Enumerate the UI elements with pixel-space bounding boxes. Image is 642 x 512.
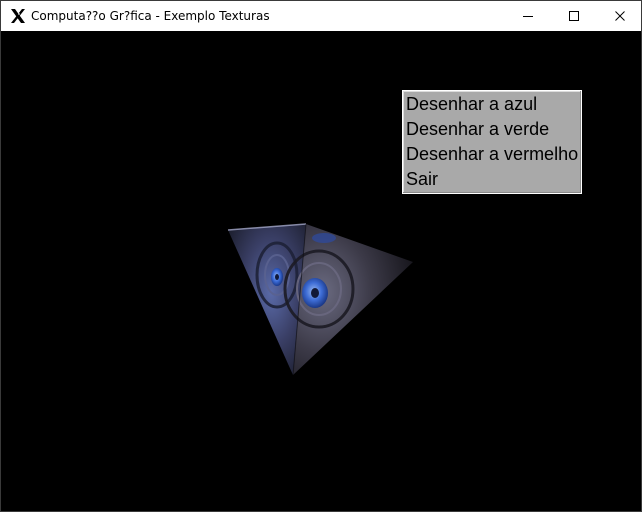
- close-icon: [615, 11, 625, 21]
- close-button[interactable]: [597, 1, 642, 31]
- maximize-button[interactable]: [551, 1, 597, 31]
- app-window: Computa??o Gr?fica - Exemplo Texturas De…: [0, 0, 642, 512]
- title-bar[interactable]: Computa??o Gr?fica - Exemplo Texturas: [1, 1, 641, 31]
- maximize-icon: [569, 11, 579, 21]
- window-title: Computa??o Gr?fica - Exemplo Texturas: [31, 9, 270, 23]
- x-app-icon: [9, 7, 27, 25]
- menu-item-draw-green[interactable]: Desenhar a verde: [403, 117, 581, 142]
- menu-item-draw-red[interactable]: Desenhar a vermelho: [403, 142, 581, 167]
- minimize-icon: [523, 16, 533, 17]
- minimize-button[interactable]: [505, 1, 551, 31]
- opengl-canvas[interactable]: Desenhar a azul Desenhar a verde Desenha…: [1, 31, 641, 511]
- menu-item-exit[interactable]: Sair: [403, 167, 581, 192]
- context-menu: Desenhar a azul Desenhar a verde Desenha…: [402, 90, 582, 194]
- menu-item-draw-blue[interactable]: Desenhar a azul: [403, 92, 581, 117]
